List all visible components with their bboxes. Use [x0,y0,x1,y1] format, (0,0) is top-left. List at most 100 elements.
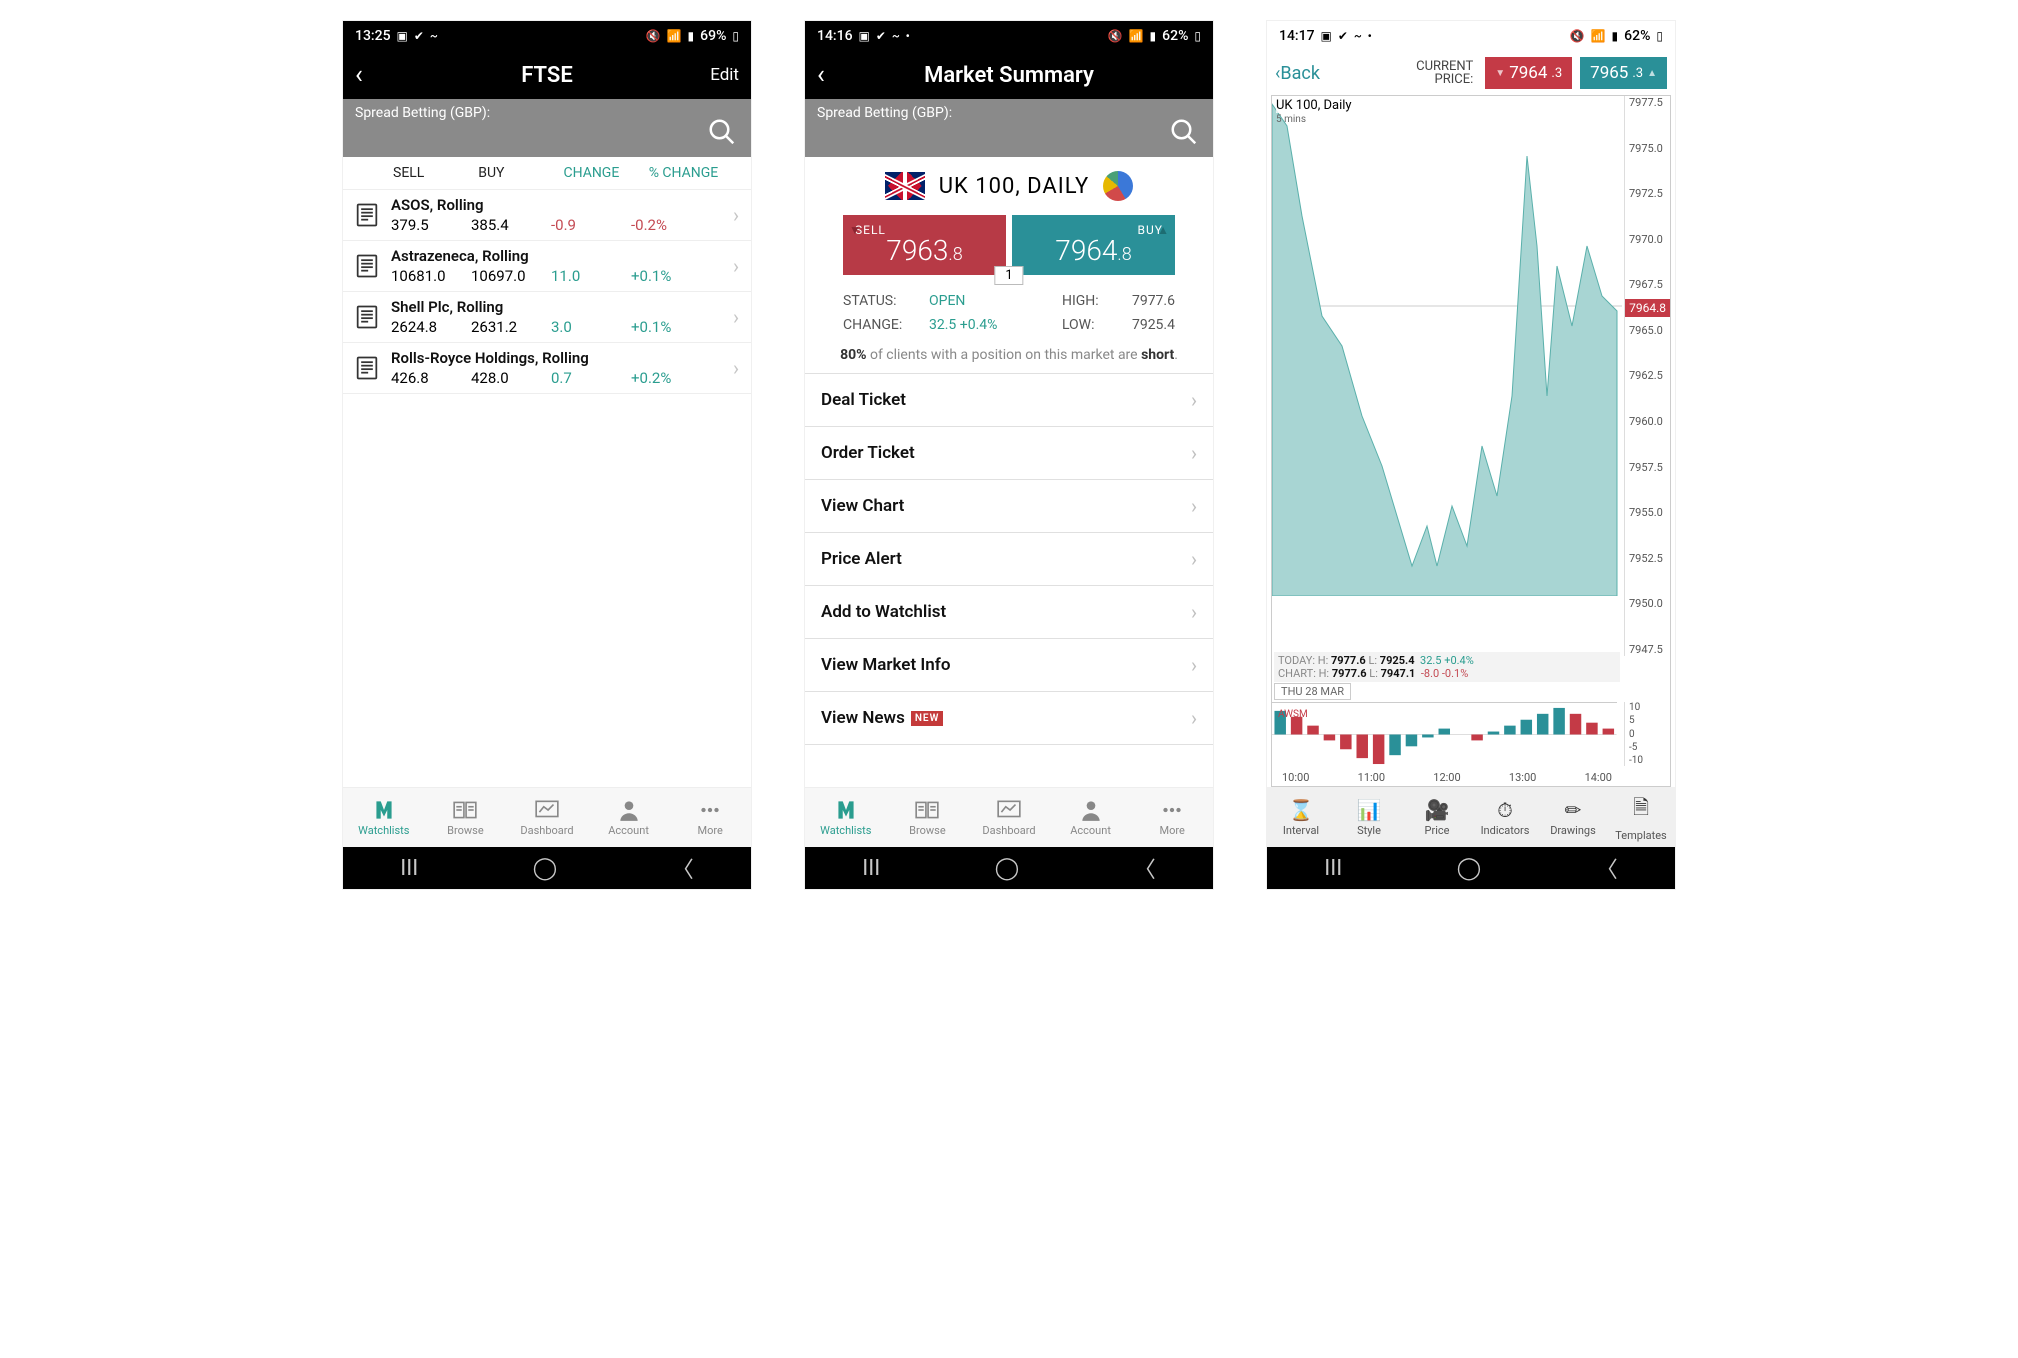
x-tick: 14:00 [1585,771,1612,784]
battery-text: 62% [1624,28,1650,44]
back-icon[interactable]: ‹ [355,60,363,90]
market-row[interactable]: Shell Plc, Rolling 2624.8 2631.2 3.0 +0.… [343,292,751,343]
image-icon: ▣ [397,29,408,43]
sentiment-mid: of clients with a position on this marke… [867,347,1142,363]
y-tick: 7972.5 [1629,187,1668,200]
watchlist-screen: 13:25 ▣ ✔ ~ 🔇 📶 ▮ 69% ▯ ‹ FTSE Edit Spre… [342,20,752,890]
tab-account[interactable]: Account [1050,788,1132,847]
bottom-tab-bar: Watchlists Browse Dashboard Account More [343,787,751,847]
tab-browse[interactable]: Browse [425,788,507,847]
pct-change-value: -0.2% [631,216,727,234]
y-tick: 7950.0 [1629,597,1668,610]
tool-label: Style [1357,824,1381,837]
chevron-right-icon: › [727,254,745,278]
tool-drawings[interactable]: ✏Drawings [1539,787,1607,847]
battery-icon: ▯ [1194,29,1201,43]
back-nav-icon[interactable]: 〈 [1596,852,1618,884]
tool-indicators[interactable]: ⏱Indicators [1471,787,1539,847]
sell-price-box[interactable]: ▼ SELL 7963.8 [843,215,1006,275]
back-nav-icon[interactable]: 〈 [672,852,694,884]
buy-int: 7965 [1590,63,1628,83]
indicators-icon: ⏱ [1497,798,1513,822]
tab-label: Dashboard [520,824,573,837]
sell-price-pill[interactable]: ▼7964.3 [1485,57,1572,89]
market-row[interactable]: Rolls-Royce Holdings, Rolling 426.8 428.… [343,343,751,394]
status-bar: 14:17 ▣ ✔ ~ • 🔇 📶 ▮ 62% ▯ [1267,21,1675,51]
change-value: 0.7 [551,369,631,387]
chart-area[interactable]: UK 100, Daily 5 mins 7977.57975.07972.57… [1271,95,1671,787]
tab-more[interactable]: More [669,788,751,847]
recents-icon[interactable]: III [400,856,418,881]
search-icon[interactable] [1169,117,1199,151]
market-row[interactable]: Astrazeneca, Rolling 10681.0 10697.0 11.… [343,241,751,292]
action-add-to-watchlist[interactable]: Add to Watchlist› [805,585,1213,638]
pie-chart-icon[interactable] [1103,171,1133,201]
tool-style[interactable]: 📊Style [1335,787,1403,847]
down-arrow-icon: ▼ [1495,68,1505,79]
action-order-ticket[interactable]: Order Ticket› [805,426,1213,479]
y-tick: 7957.5 [1629,461,1668,474]
low-value: 7925.4 [1132,317,1175,333]
back-button[interactable]: ‹ Back [1275,63,1320,84]
recents-icon[interactable]: III [862,856,880,881]
action-deal-ticket[interactable]: Deal Ticket› [805,373,1213,426]
tab-watchlists[interactable]: Watchlists [805,788,887,847]
action-label: Order Ticket [821,443,915,463]
tab-browse[interactable]: Browse [887,788,969,847]
tool-templates[interactable]: 🗎Templates [1607,787,1675,847]
buy-price-pill[interactable]: 7965.3▲ [1580,57,1667,89]
status-label: STATUS: [843,293,929,309]
buy-price-box[interactable]: ▲ BUY 7964.8 [1012,215,1175,275]
buy-price: 10697.0 [471,267,551,285]
market-row[interactable]: ASOS, Rolling 379.5 385.4 -0.9 -0.2% › [343,190,751,241]
back-icon[interactable]: ‹ [817,60,825,90]
tab-dashboard[interactable]: Dashboard [506,788,588,847]
mute-icon: 🔇 [1108,29,1123,43]
col-buy: BUY [478,165,563,181]
back-nav-icon[interactable]: 〈 [1134,852,1156,884]
interval-icon: ⌛ [1289,798,1314,822]
tool-price[interactable]: 🎥Price [1403,787,1471,847]
calm-icon: ~ [430,29,438,43]
tab-more[interactable]: More [1131,788,1213,847]
app-bar: ‹ Market Summary [805,51,1213,99]
tab-account[interactable]: Account [588,788,670,847]
action-view-market-info[interactable]: View Market Info› [805,638,1213,691]
tool-interval[interactable]: ⌛Interval [1267,787,1335,847]
y-tick: 7967.5 [1629,278,1668,291]
android-nav: III ◯ 〈 [805,847,1213,889]
action-view-chart[interactable]: View Chart› [805,479,1213,532]
tab-dashboard[interactable]: Dashboard [968,788,1050,847]
change-value: 3.0 [551,318,631,336]
pct-change-value: +0.1% [631,267,727,285]
action-price-alert[interactable]: Price Alert› [805,532,1213,585]
check-icon: ✔ [1338,29,1348,43]
home-icon[interactable]: ◯ [533,856,558,881]
buy-dec: .8 [1117,244,1131,265]
market-name: Rolls-Royce Holdings, Rolling [391,349,727,367]
chart-info-strip: TODAY: H: 7977.6 L: 7925.4 32.5 +0.4% CH… [1274,652,1620,682]
x-tick: 11:00 [1358,771,1385,784]
edit-button[interactable]: Edit [710,65,739,85]
search-icon[interactable] [707,117,737,151]
market-summary-screen: 14:16 ▣ ✔ ~ • 🔇 📶 ▮ 62% ▯ ‹ Market Summa… [804,20,1214,890]
recents-icon[interactable]: III [1324,856,1342,881]
wifi-icon: 📶 [1129,29,1144,43]
action-view-news[interactable]: View NewsNEW› [805,691,1213,745]
y-tick: 7952.5 [1629,552,1668,565]
tab-watchlists[interactable]: Watchlists [343,788,425,847]
price-icon: 🎥 [1425,798,1450,822]
column-header: SELL BUY CHANGE % CHANGE [343,157,751,190]
home-icon[interactable]: ◯ [1457,856,1482,881]
home-icon[interactable]: ◯ [995,856,1020,881]
page-title: FTSE [343,63,751,88]
tab-label: Account [608,824,649,837]
more-icon [697,798,723,822]
y-tick: 7962.5 [1629,369,1668,382]
image-icon: ▣ [1321,29,1332,43]
battery-icon: ▯ [732,29,739,43]
watchlists-icon [833,798,859,822]
chevron-right-icon: › [1191,653,1197,677]
col-pct-change: % CHANGE [649,165,751,181]
tab-label: Browse [447,824,484,837]
